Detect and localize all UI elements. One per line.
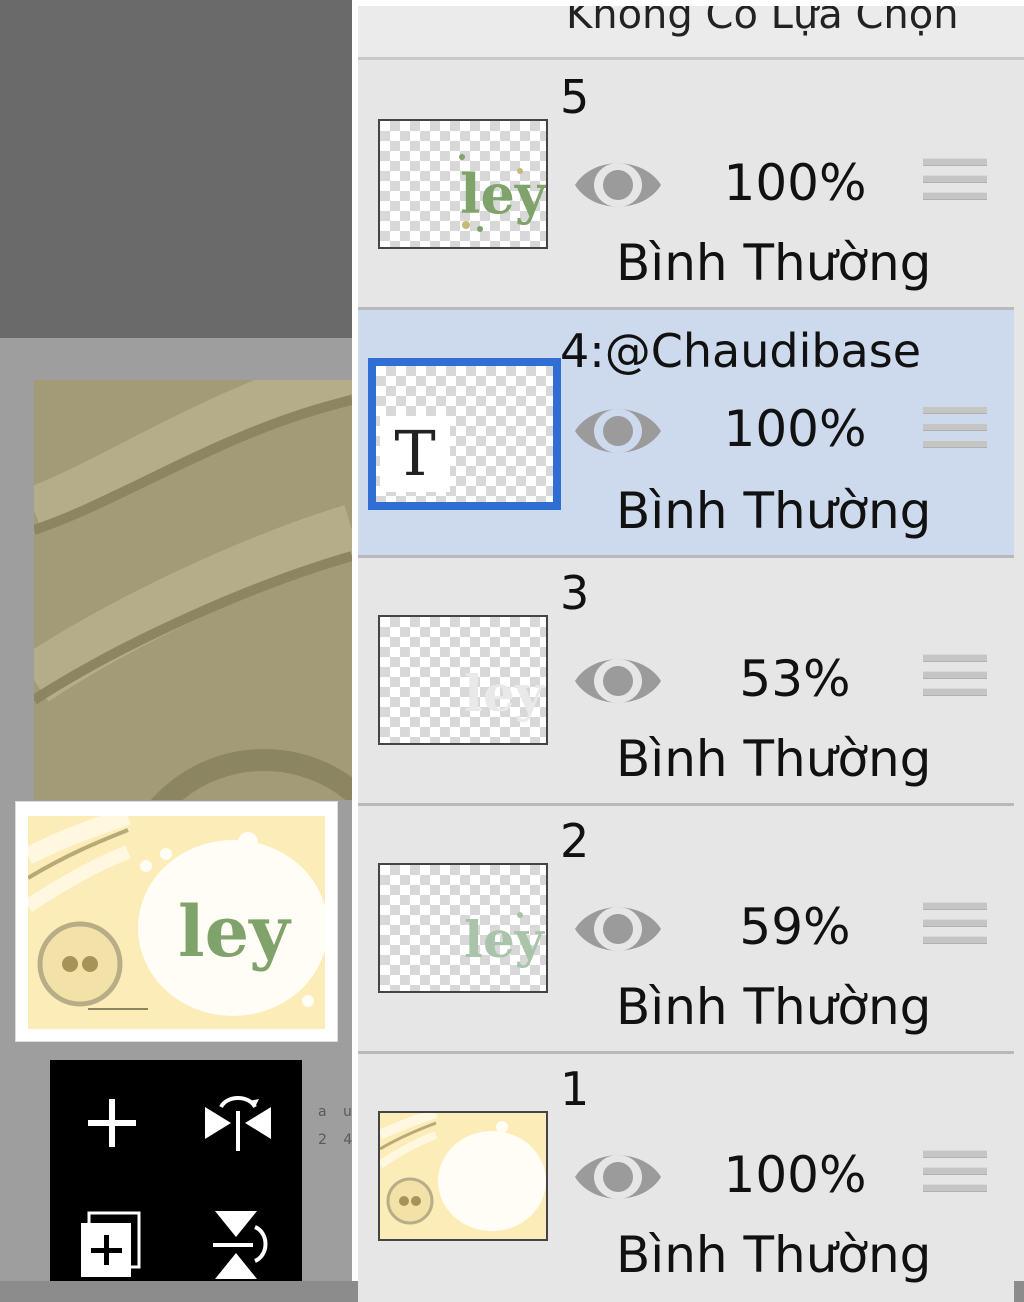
drag-handle-icon[interactable] [923,406,987,464]
svg-text:ley: ley [464,664,546,723]
selection-status-label: Không Có Lựa Chọn [566,0,959,38]
layer-opacity[interactable]: 100% [690,154,900,212]
add-layer-icon[interactable] [67,1200,157,1290]
layer-toolbar [50,1060,302,1281]
blend-mode[interactable]: Bình Thường [616,1226,931,1284]
visibility-eye-icon[interactable] [573,154,663,216]
layer-name: 5 [560,70,590,124]
layer-row-5[interactable]: 5 ley 100% Bình Thường [358,62,1014,310]
svg-text:ley: ley [178,890,292,973]
drag-handle-icon[interactable] [923,158,987,216]
visibility-eye-icon[interactable] [573,650,663,712]
layer-thumbnail[interactable]: T [368,358,561,510]
flip-horizontal-icon[interactable] [193,1078,283,1168]
canvas-top-area [0,0,352,338]
blend-mode[interactable]: Bình Thường [616,978,931,1036]
layer-row-4[interactable]: 4:@Chaudibase T 100% Bình Thường [358,310,1014,558]
layer-thumbnail[interactable]: ley [378,863,548,993]
layer-name: 3 [560,566,590,620]
layer-thumbnail[interactable] [378,1111,548,1241]
svg-text:ley: ley [464,910,546,969]
layer-opacity[interactable]: 100% [690,400,900,458]
preview-artwork: ley [28,816,325,1029]
text-layer-icon: T [380,416,450,492]
visibility-eye-icon[interactable] [573,898,663,960]
visibility-eye-icon[interactable] [573,1146,663,1208]
layer-opacity[interactable]: 59% [690,898,900,956]
selection-header[interactable]: Không Có Lựa Chọn [358,0,1024,60]
layer-thumbnail[interactable]: ley [378,119,548,249]
layer-row-3[interactable]: 3 ley 53% Bình Thường [358,558,1014,806]
layer-opacity[interactable]: 53% [690,650,900,708]
layer-name: 2 [560,814,590,868]
visibility-eye-icon[interactable] [573,400,663,462]
blend-mode[interactable]: Bình Thường [616,482,931,540]
layer-panel: Không Có Lựa Chọn 5 ley 100% Bình Thường… [352,0,1024,1302]
blend-mode[interactable]: Bình Thường [616,730,931,788]
canvas-artwork [34,380,352,800]
layer-row-2[interactable]: 2 ley 59% Bình Thường [358,806,1014,1054]
drag-handle-icon[interactable] [923,1150,987,1208]
canvas-preview[interactable]: ley [15,801,338,1042]
plus-icon[interactable] [67,1078,157,1168]
svg-text:ley: ley [460,162,546,226]
layer-opacity[interactable]: 100% [690,1146,900,1204]
layer-name: 4:@Chaudibase [560,324,922,378]
drag-handle-icon[interactable] [923,902,987,960]
drag-handle-icon[interactable] [923,654,987,712]
flip-vertical-icon[interactable] [193,1200,283,1290]
layer-name: 1 [560,1062,590,1116]
layer-thumbnail[interactable]: ley [378,615,548,745]
blend-mode[interactable]: Bình Thường [616,234,931,292]
layer-row-1[interactable]: 1 100% Bình Thường [358,1054,1014,1302]
